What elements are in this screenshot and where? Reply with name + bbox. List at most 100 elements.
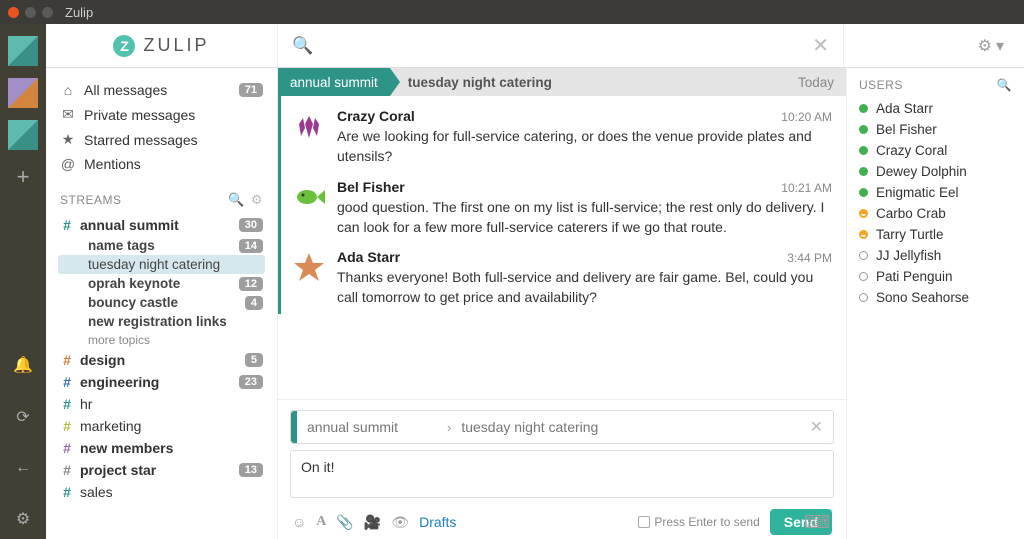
gear-icon: ⚙ xyxy=(978,36,992,56)
compose-recipient-row[interactable]: › ✕ xyxy=(290,410,834,444)
message-time: 10:21 AM xyxy=(781,181,832,195)
user-row[interactable]: Ada Starr xyxy=(859,98,1012,119)
stream-row[interactable]: #hr xyxy=(58,393,265,415)
presence-dot-icon xyxy=(859,293,868,302)
presence-dot-icon xyxy=(859,209,868,218)
user-row[interactable]: Crazy Coral xyxy=(859,140,1012,161)
preview-icon[interactable]: 👁 xyxy=(391,514,409,531)
attach-icon[interactable]: 📎 xyxy=(336,514,353,531)
topic-name: bouncy castle xyxy=(88,295,245,310)
window-titlebar: Zulip xyxy=(0,0,1024,24)
message-time: 10:20 AM xyxy=(781,110,832,124)
topic-row[interactable]: tuesday night catering xyxy=(58,255,265,274)
notifications-icon[interactable]: 🔔 xyxy=(13,345,33,385)
reload-icon[interactable]: ⟳ xyxy=(16,397,29,437)
badge: 12 xyxy=(239,277,263,291)
user-row[interactable]: Bel Fisher xyxy=(859,119,1012,140)
stream-row[interactable]: #engineering23 xyxy=(58,371,265,393)
thread-topic-label[interactable]: tuesday night catering xyxy=(408,75,552,90)
topic-row[interactable]: name tags14 xyxy=(58,236,265,255)
message-time: 3:44 PM xyxy=(787,251,832,265)
window-close-button[interactable] xyxy=(8,7,19,18)
streams-settings-icon[interactable]: ⚙ xyxy=(251,192,263,208)
nav-label: Mentions xyxy=(84,156,263,172)
stream-row[interactable]: #design5 xyxy=(58,349,265,371)
badge: 30 xyxy=(239,218,263,232)
user-row[interactable]: Dewey Dolphin xyxy=(859,161,1012,182)
stream-row[interactable]: #new members xyxy=(58,437,265,459)
thread-stream-tag[interactable]: annual summit xyxy=(278,68,390,96)
launcher-tile-1[interactable] xyxy=(8,36,38,66)
streams-search-icon[interactable]: 🔍 xyxy=(228,192,245,208)
users-search-icon[interactable]: 🔍 xyxy=(997,78,1012,92)
search-clear-icon[interactable]: ✕ xyxy=(812,33,829,58)
user-row[interactable]: Sono Seahorse xyxy=(859,287,1012,308)
compose-topic-input[interactable] xyxy=(451,419,652,435)
user-name: JJ Jellyfish xyxy=(876,248,941,263)
more-topics[interactable]: more topics xyxy=(58,331,265,349)
video-icon[interactable]: 🎥 xyxy=(364,514,381,531)
topic-name: new registration links xyxy=(88,314,263,329)
press-enter-toggle[interactable]: Press Enter to send xyxy=(638,515,759,529)
nav-starred-messages[interactable]: ★ Starred messages xyxy=(58,127,265,152)
stream-row[interactable]: #marketing xyxy=(58,415,265,437)
stream-name: design xyxy=(80,352,239,368)
user-row[interactable]: Enigmatic Eel xyxy=(859,182,1012,203)
nav-private-messages[interactable]: ✉ Private messages xyxy=(58,102,265,127)
stream-name: project star xyxy=(80,462,233,478)
settings-icon[interactable]: ⚙ xyxy=(16,499,30,539)
stream-name: annual summit xyxy=(80,217,233,233)
window-minimize-button[interactable] xyxy=(25,7,36,18)
emoji-icon[interactable]: ☺ xyxy=(292,514,306,530)
compose-textarea[interactable] xyxy=(290,450,834,498)
search-input[interactable] xyxy=(321,37,812,54)
launcher-tile-3[interactable] xyxy=(8,120,38,150)
keyboard-icon[interactable]: ⌨ xyxy=(804,512,830,533)
message[interactable]: Ada Starr3:44 PMThanks everyone! Both fu… xyxy=(281,243,846,314)
format-icon[interactable]: A xyxy=(316,514,326,530)
topic-row[interactable]: new registration links xyxy=(58,312,265,331)
stream-row[interactable]: #sales xyxy=(58,481,265,503)
chevron-down-icon: ▾ xyxy=(996,36,1004,56)
message[interactable]: Crazy Coral10:20 AMAre we looking for fu… xyxy=(281,102,846,173)
left-sidebar: ⌂ All messages 71 ✉ Private messages ★ S… xyxy=(46,68,278,539)
stream-row[interactable]: #annual summit30 xyxy=(58,214,265,236)
topic-row[interactable]: bouncy castle4 xyxy=(58,293,265,312)
search-icon: 🔍 xyxy=(292,36,313,56)
presence-dot-icon xyxy=(859,251,868,260)
back-icon[interactable]: ← xyxy=(15,449,31,487)
user-row[interactable]: Carbo Crab xyxy=(859,203,1012,224)
user-row[interactable]: Pati Penguin xyxy=(859,266,1012,287)
message-pane: annual summit tuesday night catering Tod… xyxy=(278,68,846,539)
drafts-link[interactable]: Drafts xyxy=(419,514,456,530)
compose-close-icon[interactable]: ✕ xyxy=(800,417,833,437)
thread-header[interactable]: annual summit tuesday night catering Tod… xyxy=(278,68,846,96)
compose-box: › ✕ ☺ A 📎 🎥 👁 Drafts xyxy=(278,399,846,539)
topic-row[interactable]: oprah keynote12 xyxy=(58,274,265,293)
star-icon: ★ xyxy=(60,131,76,148)
hash-icon: # xyxy=(60,374,74,390)
badge: 14 xyxy=(239,239,263,253)
stream-row[interactable]: #project star13 xyxy=(58,459,265,481)
message-sender[interactable]: Bel Fisher xyxy=(337,179,405,195)
message-sender[interactable]: Crazy Coral xyxy=(337,108,415,124)
message-sender[interactable]: Ada Starr xyxy=(337,249,400,265)
message[interactable]: Bel Fisher10:21 AMgood question. The fir… xyxy=(281,173,846,244)
hash-icon: # xyxy=(60,440,74,456)
window-maximize-button[interactable] xyxy=(42,7,53,18)
user-row[interactable]: Tarry Turtle xyxy=(859,224,1012,245)
hash-icon: # xyxy=(60,352,74,368)
user-name: Crazy Coral xyxy=(876,143,947,158)
settings-menu[interactable]: ⚙ ▾ xyxy=(844,24,1024,67)
compose-stream-input[interactable] xyxy=(297,419,447,435)
user-row[interactable]: JJ Jellyfish xyxy=(859,245,1012,266)
badge: 13 xyxy=(239,463,263,477)
top-bar: Z ZULIP 🔍 ✕ ⚙ ▾ xyxy=(46,24,1024,68)
search-bar[interactable]: 🔍 ✕ xyxy=(278,24,844,67)
nav-mentions[interactable]: @ Mentions xyxy=(58,152,265,176)
launcher-add-button[interactable]: + xyxy=(17,166,30,188)
app-logo[interactable]: Z ZULIP xyxy=(46,24,278,67)
streams-header: STREAMS 🔍 ⚙ xyxy=(58,190,265,210)
launcher-tile-2[interactable] xyxy=(8,78,38,108)
nav-all-messages[interactable]: ⌂ All messages 71 xyxy=(58,78,265,102)
